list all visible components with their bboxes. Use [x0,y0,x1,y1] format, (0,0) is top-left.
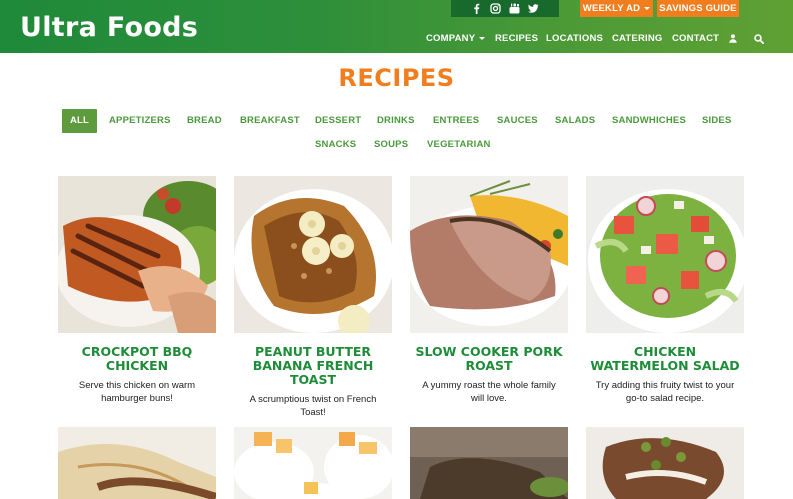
weekly-ad-label: WEEKLY AD [582,3,641,14]
recipe-description: A yummy roast the whole family will love… [422,380,556,404]
nav-company-label: COMPANY [426,33,476,44]
page-title: RECIPES [338,64,455,92]
recipe-card[interactable]: SLOW COOKER PORK ROAST A yummy roast the… [410,176,568,405]
filter-dessert[interactable]: DESSERT [315,109,361,133]
filter-bread[interactable]: BREAD [187,109,222,133]
nav-company[interactable]: COMPANY [426,32,486,46]
facebook-icon[interactable] [471,3,482,14]
filter-all[interactable]: ALL [62,109,97,133]
savings-guide-label: SAVINGS GUIDE [659,3,737,14]
recipe-description: A scrumptious twist on French Toast! [249,394,377,418]
chevron-down-icon [479,36,486,40]
filter-entrees[interactable]: ENTREES [433,109,479,133]
filter-snacks[interactable]: SNACKS [315,133,356,157]
filter-sides[interactable]: SIDES [702,109,732,133]
recipe-title[interactable]: SLOW COOKER PORK ROAST [410,345,568,373]
instagram-icon[interactable] [490,3,501,14]
recipe-card[interactable]: CHICKEN WATERMELON SALAD Try adding this… [586,176,744,405]
recipe-image[interactable] [234,176,392,333]
recipe-card[interactable]: CROCKPOT BBQ CHICKEN Serve this chicken … [58,176,216,405]
nav-catering[interactable]: CATERING [612,32,663,46]
filter-sauces[interactable]: SAUCES [497,109,538,133]
recipe-image[interactable] [234,427,392,499]
nav-recipes[interactable]: RECIPES [495,32,538,46]
filter-salads[interactable]: SALADS [555,109,595,133]
recipe-card[interactable]: PEANUT BUTTER BANANA FRENCH TOAST A scru… [234,176,392,419]
recipe-image[interactable] [410,176,568,333]
recipe-description: Try adding this fruity twist to your go-… [595,380,735,404]
recipe-description: Serve this chicken on warm hamburger bun… [78,380,196,404]
recipe-image[interactable] [410,427,568,499]
recipe-title[interactable]: CROCKPOT BBQ CHICKEN [58,345,216,373]
filter-vegetarian[interactable]: VEGETARIAN [427,133,491,157]
recipe-image[interactable] [586,427,744,499]
filter-appetizers[interactable]: APPETIZERS [109,109,171,133]
youtube-icon[interactable] [509,3,520,14]
weekly-ad-button[interactable]: WEEKLY AD [580,0,653,17]
social-bar [451,0,559,17]
user-icon[interactable] [729,34,737,48]
filter-drinks[interactable]: DRINKS [377,109,415,133]
search-icon[interactable] [754,34,765,49]
recipe-image[interactable] [58,176,216,333]
recipe-image[interactable] [58,427,216,499]
filter-sandwhiches[interactable]: SANDWHICHES [612,109,686,133]
site-header: Ultra Foods WEEKLY AD SAVINGS GUIDE COMP… [0,0,793,53]
nav-locations[interactable]: LOCATIONS [546,32,603,46]
filter-breakfast[interactable]: BREAKFAST [240,109,300,133]
filter-soups[interactable]: SOUPS [374,133,408,157]
nav-contact[interactable]: CONTACT [672,32,719,46]
chevron-down-icon [644,7,651,10]
recipe-title[interactable]: CHICKEN WATERMELON SALAD [586,345,744,373]
recipe-title[interactable]: PEANUT BUTTER BANANA FRENCH TOAST [234,345,392,387]
savings-guide-button[interactable]: SAVINGS GUIDE [657,0,739,17]
recipe-image[interactable] [586,176,744,333]
twitter-icon[interactable] [528,3,539,14]
main-nav: COMPANY RECIPES LOCATIONS CATERING CONTA… [0,32,793,46]
